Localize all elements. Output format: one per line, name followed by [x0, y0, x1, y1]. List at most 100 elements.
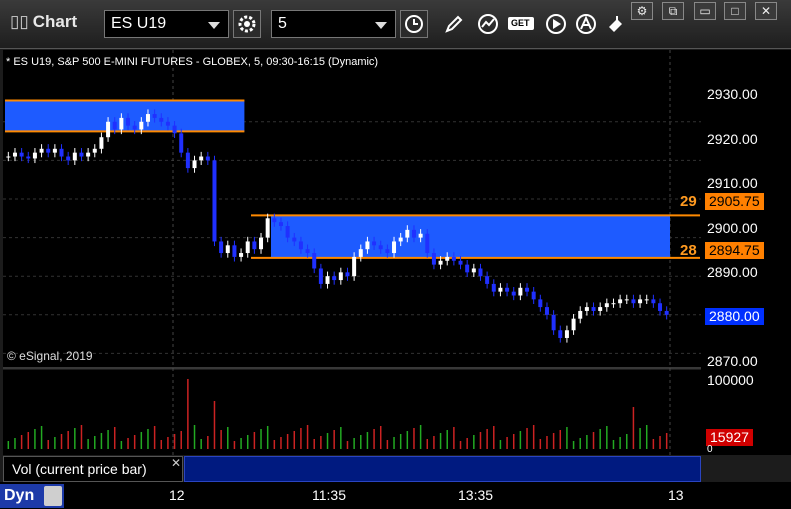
candle-body: [558, 330, 563, 338]
candle-body: [372, 241, 377, 246]
candle-body: [26, 156, 31, 159]
play-button[interactable]: [542, 10, 570, 38]
candle-body: [139, 121, 144, 130]
candle-body: [99, 137, 104, 149]
get-button[interactable]: GET: [506, 10, 538, 38]
candle-body: [591, 307, 596, 311]
settings-button[interactable]: [233, 10, 261, 38]
zone-upper-tag: 2905.75: [705, 193, 764, 210]
eraser-icon: [609, 16, 622, 32]
line-chart-icon: [478, 14, 498, 34]
candle-body: [72, 152, 77, 161]
candle-body: [312, 253, 317, 269]
candle-body: [265, 218, 270, 238]
candle-body: [618, 299, 623, 304]
app-title[interactable]: ▯▯ Chart: [10, 12, 77, 32]
menu-handle-icon[interactable]: ▯▯: [10, 12, 29, 31]
candle-body: [106, 121, 111, 138]
candle-body: [285, 226, 290, 238]
settings-icon: [238, 15, 256, 33]
candle-body: [418, 233, 423, 238]
candle-body: [631, 299, 636, 304]
candle-body: [152, 114, 157, 118]
price-tick: 2910.00: [707, 175, 758, 191]
gear-icon: ⚙: [636, 4, 648, 18]
candle-body: [259, 237, 264, 250]
time-tick: 12: [169, 487, 185, 503]
candle-body: [458, 260, 463, 265]
symbol-combobox[interactable]: ES U19: [104, 10, 229, 38]
candle-body: [19, 152, 24, 157]
lock-icon[interactable]: [44, 486, 62, 506]
price-tick: 2900.00: [707, 220, 758, 236]
candle-body: [119, 117, 124, 130]
candle-body: [338, 272, 343, 281]
candle-body: [59, 148, 64, 157]
app-title-text: Chart: [32, 12, 78, 31]
candle-body: [531, 291, 536, 300]
zone-lower-label: 28: [680, 242, 697, 259]
candle-body: [451, 256, 456, 261]
candle-body: [485, 276, 490, 284]
eraser-button[interactable]: [602, 10, 630, 38]
zone-upper-label: 29: [680, 193, 697, 210]
candle-body: [212, 160, 217, 242]
close-icon: ✕: [760, 4, 772, 18]
support-zone: [271, 215, 670, 258]
chevron-down-icon[interactable]: [208, 22, 220, 29]
candle-body: [431, 253, 436, 265]
time-tick: 13:35: [458, 487, 494, 503]
alert-button[interactable]: [572, 10, 600, 38]
candle-body: [505, 287, 510, 292]
candle-body: [6, 156, 11, 158]
volume-zero-label: 0: [707, 444, 713, 455]
close-icon[interactable]: ✕: [171, 456, 181, 470]
current-price-tag: 2880.00: [705, 308, 764, 325]
window-close-button[interactable]: ✕: [755, 2, 777, 20]
candle-body: [86, 152, 91, 157]
price-tick: 2870.00: [707, 353, 758, 369]
candle-body: [471, 268, 476, 273]
candle-body: [651, 299, 656, 304]
candle-body: [518, 287, 523, 296]
candle-body: [112, 121, 117, 130]
candle-body: [358, 249, 363, 257]
candle-body: [318, 268, 323, 284]
candle-body: [92, 148, 97, 153]
candle-body: [498, 287, 503, 292]
candle-body: [46, 148, 51, 153]
window-maximize-button[interactable]: □: [724, 2, 746, 20]
interval-combobox[interactable]: 5: [271, 10, 396, 38]
restore-icon: ⧉: [668, 3, 678, 18]
candle-body: [332, 276, 337, 281]
price-chart[interactable]: [0, 50, 791, 509]
candle-body: [385, 249, 390, 254]
candle-body: [538, 299, 543, 308]
candle-body: [578, 310, 583, 319]
candle-body: [79, 152, 84, 157]
candle-body: [252, 241, 257, 250]
candle-body: [145, 114, 150, 122]
price-tick: 2930.00: [707, 86, 758, 102]
candle-body: [179, 133, 184, 153]
toolbar: ▯▯ Chart ES U19 5 GET ⚙ ⧉ ▭ □ ✕: [0, 0, 791, 49]
candle-body: [126, 117, 131, 126]
candle-body: [511, 291, 516, 296]
draw-button[interactable]: [440, 10, 468, 38]
window-minimize-button[interactable]: ▭: [694, 2, 716, 20]
study-label[interactable]: Vol (current price bar): [3, 456, 183, 482]
candle-body: [425, 233, 430, 254]
candle-body: [398, 237, 403, 242]
candle-body: [478, 268, 483, 277]
time-button[interactable]: [400, 10, 428, 38]
chart-window: ▯▯ Chart ES U19 5 GET ⚙ ⧉ ▭ □ ✕ * ES U19…: [0, 0, 791, 509]
window-settings-button[interactable]: ⚙: [631, 2, 653, 20]
copyright: © eSignal, 2019: [7, 349, 93, 363]
candle-body: [192, 160, 197, 169]
study-button[interactable]: [474, 10, 502, 38]
candle-body: [172, 125, 177, 134]
price-pane: [3, 50, 701, 367]
interval-value: 5: [278, 15, 287, 32]
window-restore-button[interactable]: ⧉: [662, 2, 684, 20]
chevron-down-icon[interactable]: [375, 22, 387, 29]
